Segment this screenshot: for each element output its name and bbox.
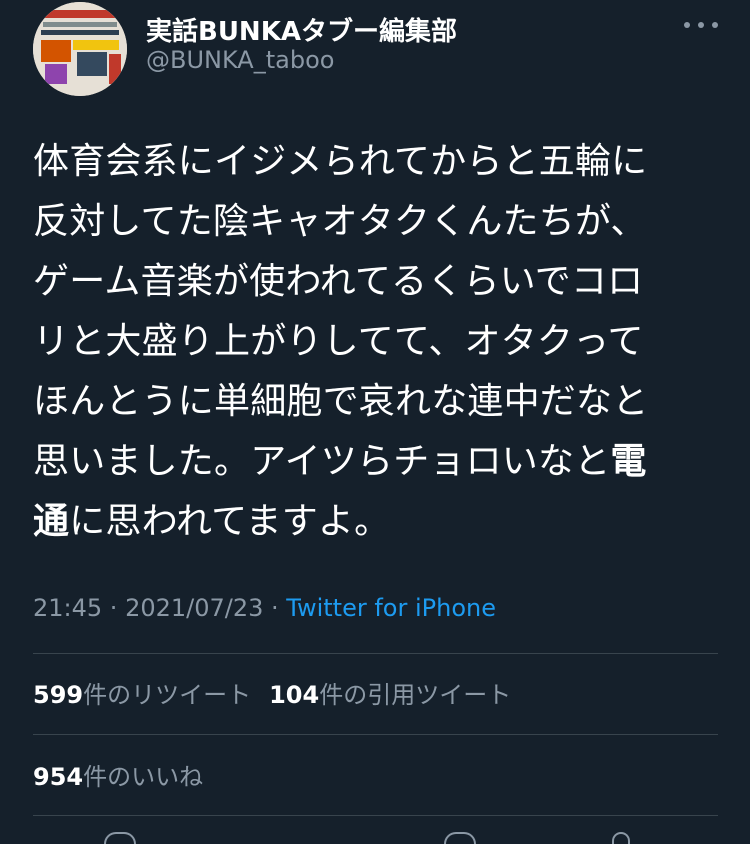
divider [33,653,718,654]
tweet-text: 体育会系にイジメられてからと五輪に 反対してた陰キャオタクくんたちが、 ゲーム音… [33,132,723,552]
quotes-link[interactable]: 104件の引用ツイート [269,681,511,709]
avatar[interactable] [33,2,127,96]
tweet-line: リと大盛り上がりしてて、オタクって [33,321,644,362]
more-options-icon[interactable] [684,12,718,38]
bold-text: 通 [33,501,70,542]
tweet-meta: 21:45 · 2021/07/23 · Twitter for iPhone [33,594,496,622]
action-bar [0,826,750,844]
reply-icon[interactable] [104,832,136,844]
separator: · [102,594,126,622]
tweet-line: ゲーム音楽が使われてるくらいでコロ [33,261,644,302]
tweet-line: 通に思われてますよ。 [33,492,723,552]
quotes-count: 104 [269,681,320,709]
tweet-line: 反対してた陰キャオタクくんたちが、 [33,201,647,242]
retweet-stats: 599件のリツイート 104件の引用ツイート [33,675,511,710]
retweets-label: 件のリツイート [83,681,252,709]
tweet-line-text: 思いました。アイツらチョロいなと [33,441,611,482]
retweets-link[interactable]: 599件のリツイート [33,681,251,709]
dot [684,22,690,28]
tweet-date[interactable]: 2021/07/23 [125,594,263,622]
quotes-label: 件の引用ツイート [319,681,512,709]
user-handle[interactable]: @BUNKA_taboo [146,46,334,74]
share-icon[interactable] [612,832,630,844]
avatar-image [33,2,127,96]
divider [33,815,718,816]
tweet-line: 体育会系にイジメられてからと五輪に [33,141,648,182]
dot [712,22,718,28]
tweet-source-link[interactable]: Twitter for iPhone [286,594,496,622]
likes-count: 954 [33,763,84,791]
dot [698,22,704,28]
retweets-count: 599 [33,681,84,709]
tweet-line-text: に思われてますよ。 [69,501,391,542]
likes-label: 件のいいね [83,763,204,791]
tweet-line: 思いました。アイツらチョロいなと電 [33,432,723,492]
like-icon[interactable] [444,832,476,844]
divider [33,734,718,735]
separator: · [263,594,287,622]
display-name[interactable]: 実話BUNKAタブー編集部 [146,11,457,48]
tweet-line: ほんとうに単細胞で哀れな連中だなと [33,381,649,422]
tweet-time[interactable]: 21:45 [33,594,102,622]
likes-link[interactable]: 954件のいいね [33,763,203,791]
likes-stats: 954件のいいね [33,757,203,792]
bold-text: 電 [610,441,647,482]
